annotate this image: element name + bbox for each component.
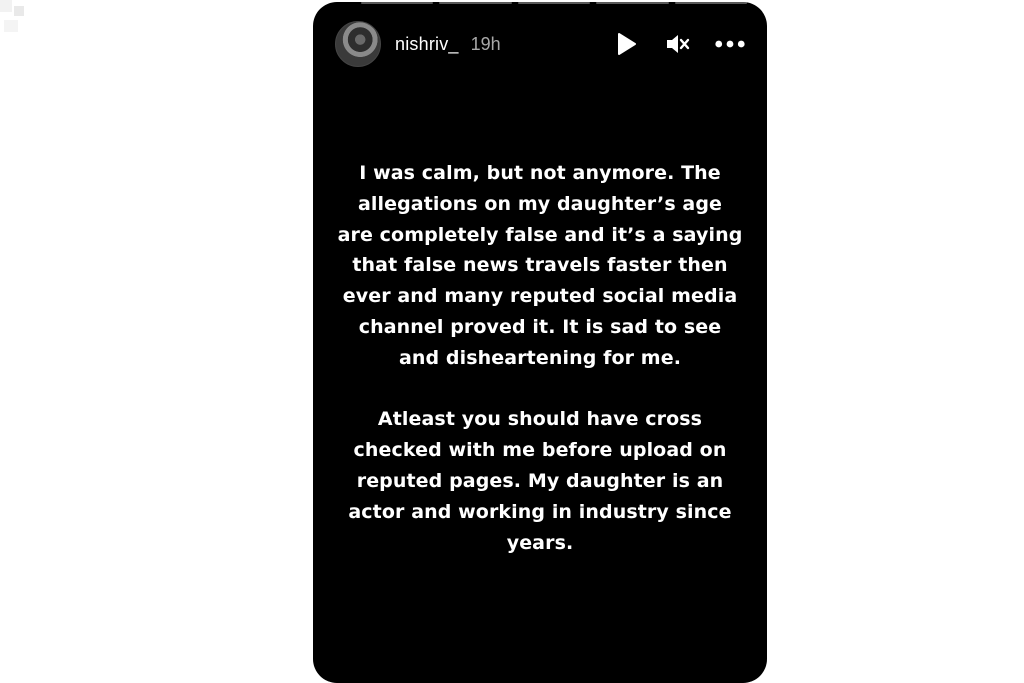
timestamp: 19h xyxy=(470,33,501,54)
progress-segment xyxy=(674,2,748,4)
story-text: I was calm, but not anymore. The allegat… xyxy=(337,158,743,558)
page: nishriv_ 19h I was calm, but not anymore… xyxy=(0,0,1024,683)
username[interactable]: nishriv_ xyxy=(395,34,459,55)
story-header: nishriv_ 19h xyxy=(335,20,747,68)
play-button[interactable] xyxy=(611,29,641,59)
progress-segment xyxy=(596,2,669,4)
mute-icon xyxy=(667,35,690,53)
story-progress-bar xyxy=(361,2,748,4)
mute-button[interactable] xyxy=(663,29,693,59)
corner-artifact xyxy=(0,0,40,40)
progress-segment xyxy=(361,2,434,4)
story-paragraph-2: Atleast you should have cross checked wi… xyxy=(348,408,732,554)
play-icon xyxy=(618,33,636,55)
story-viewer[interactable]: nishriv_ 19h I was calm, but not anymore… xyxy=(313,2,767,683)
story-controls xyxy=(611,29,745,59)
story-paragraph-1: I was calm, but not anymore. The allegat… xyxy=(337,162,743,369)
more-options-icon xyxy=(715,40,745,48)
more-options-button[interactable] xyxy=(715,29,745,59)
progress-segment xyxy=(517,2,591,4)
avatar[interactable] xyxy=(335,21,381,67)
progress-segment xyxy=(439,2,512,4)
